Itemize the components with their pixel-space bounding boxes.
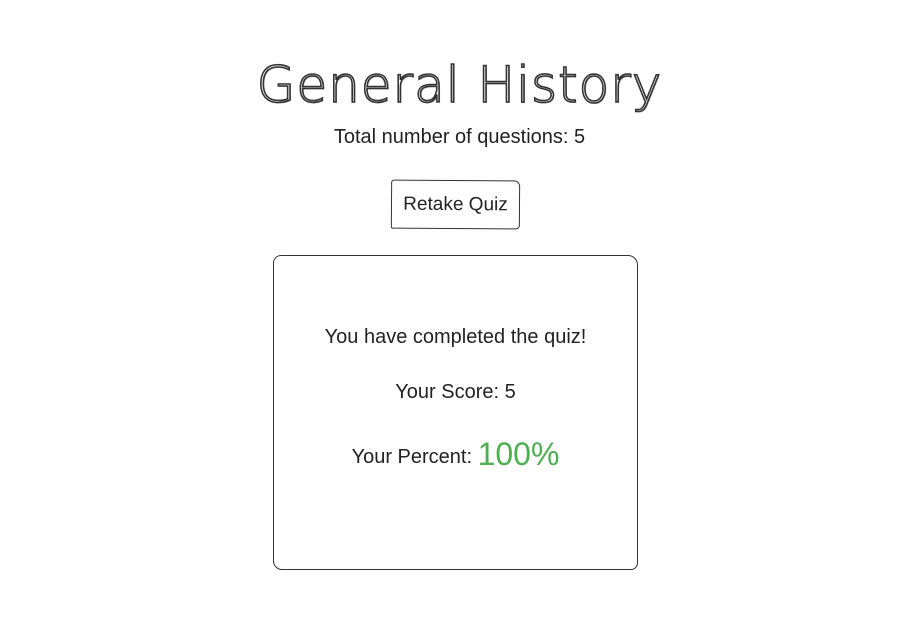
page-title: General History (256, 55, 663, 115)
percent-label: Your Percent: (351, 446, 473, 468)
total-questions: Total number of questions: 5 (0, 126, 919, 149)
score-line: Your Score: 5 (274, 381, 637, 404)
total-questions-value: 5 (574, 126, 586, 148)
result-card: You have completed the quiz! Your Score:… (273, 255, 638, 570)
percent-line: Your Percent: 100% (274, 436, 637, 473)
total-questions-label: Total number of questions: (333, 126, 569, 148)
score-value: 5 (504, 381, 516, 403)
completed-message: You have completed the quiz! (324, 326, 587, 348)
score-label: Your Score: (395, 381, 500, 403)
retake-quiz-button[interactable]: Retake Quiz (390, 179, 521, 230)
percent-value: 100% (477, 436, 560, 472)
